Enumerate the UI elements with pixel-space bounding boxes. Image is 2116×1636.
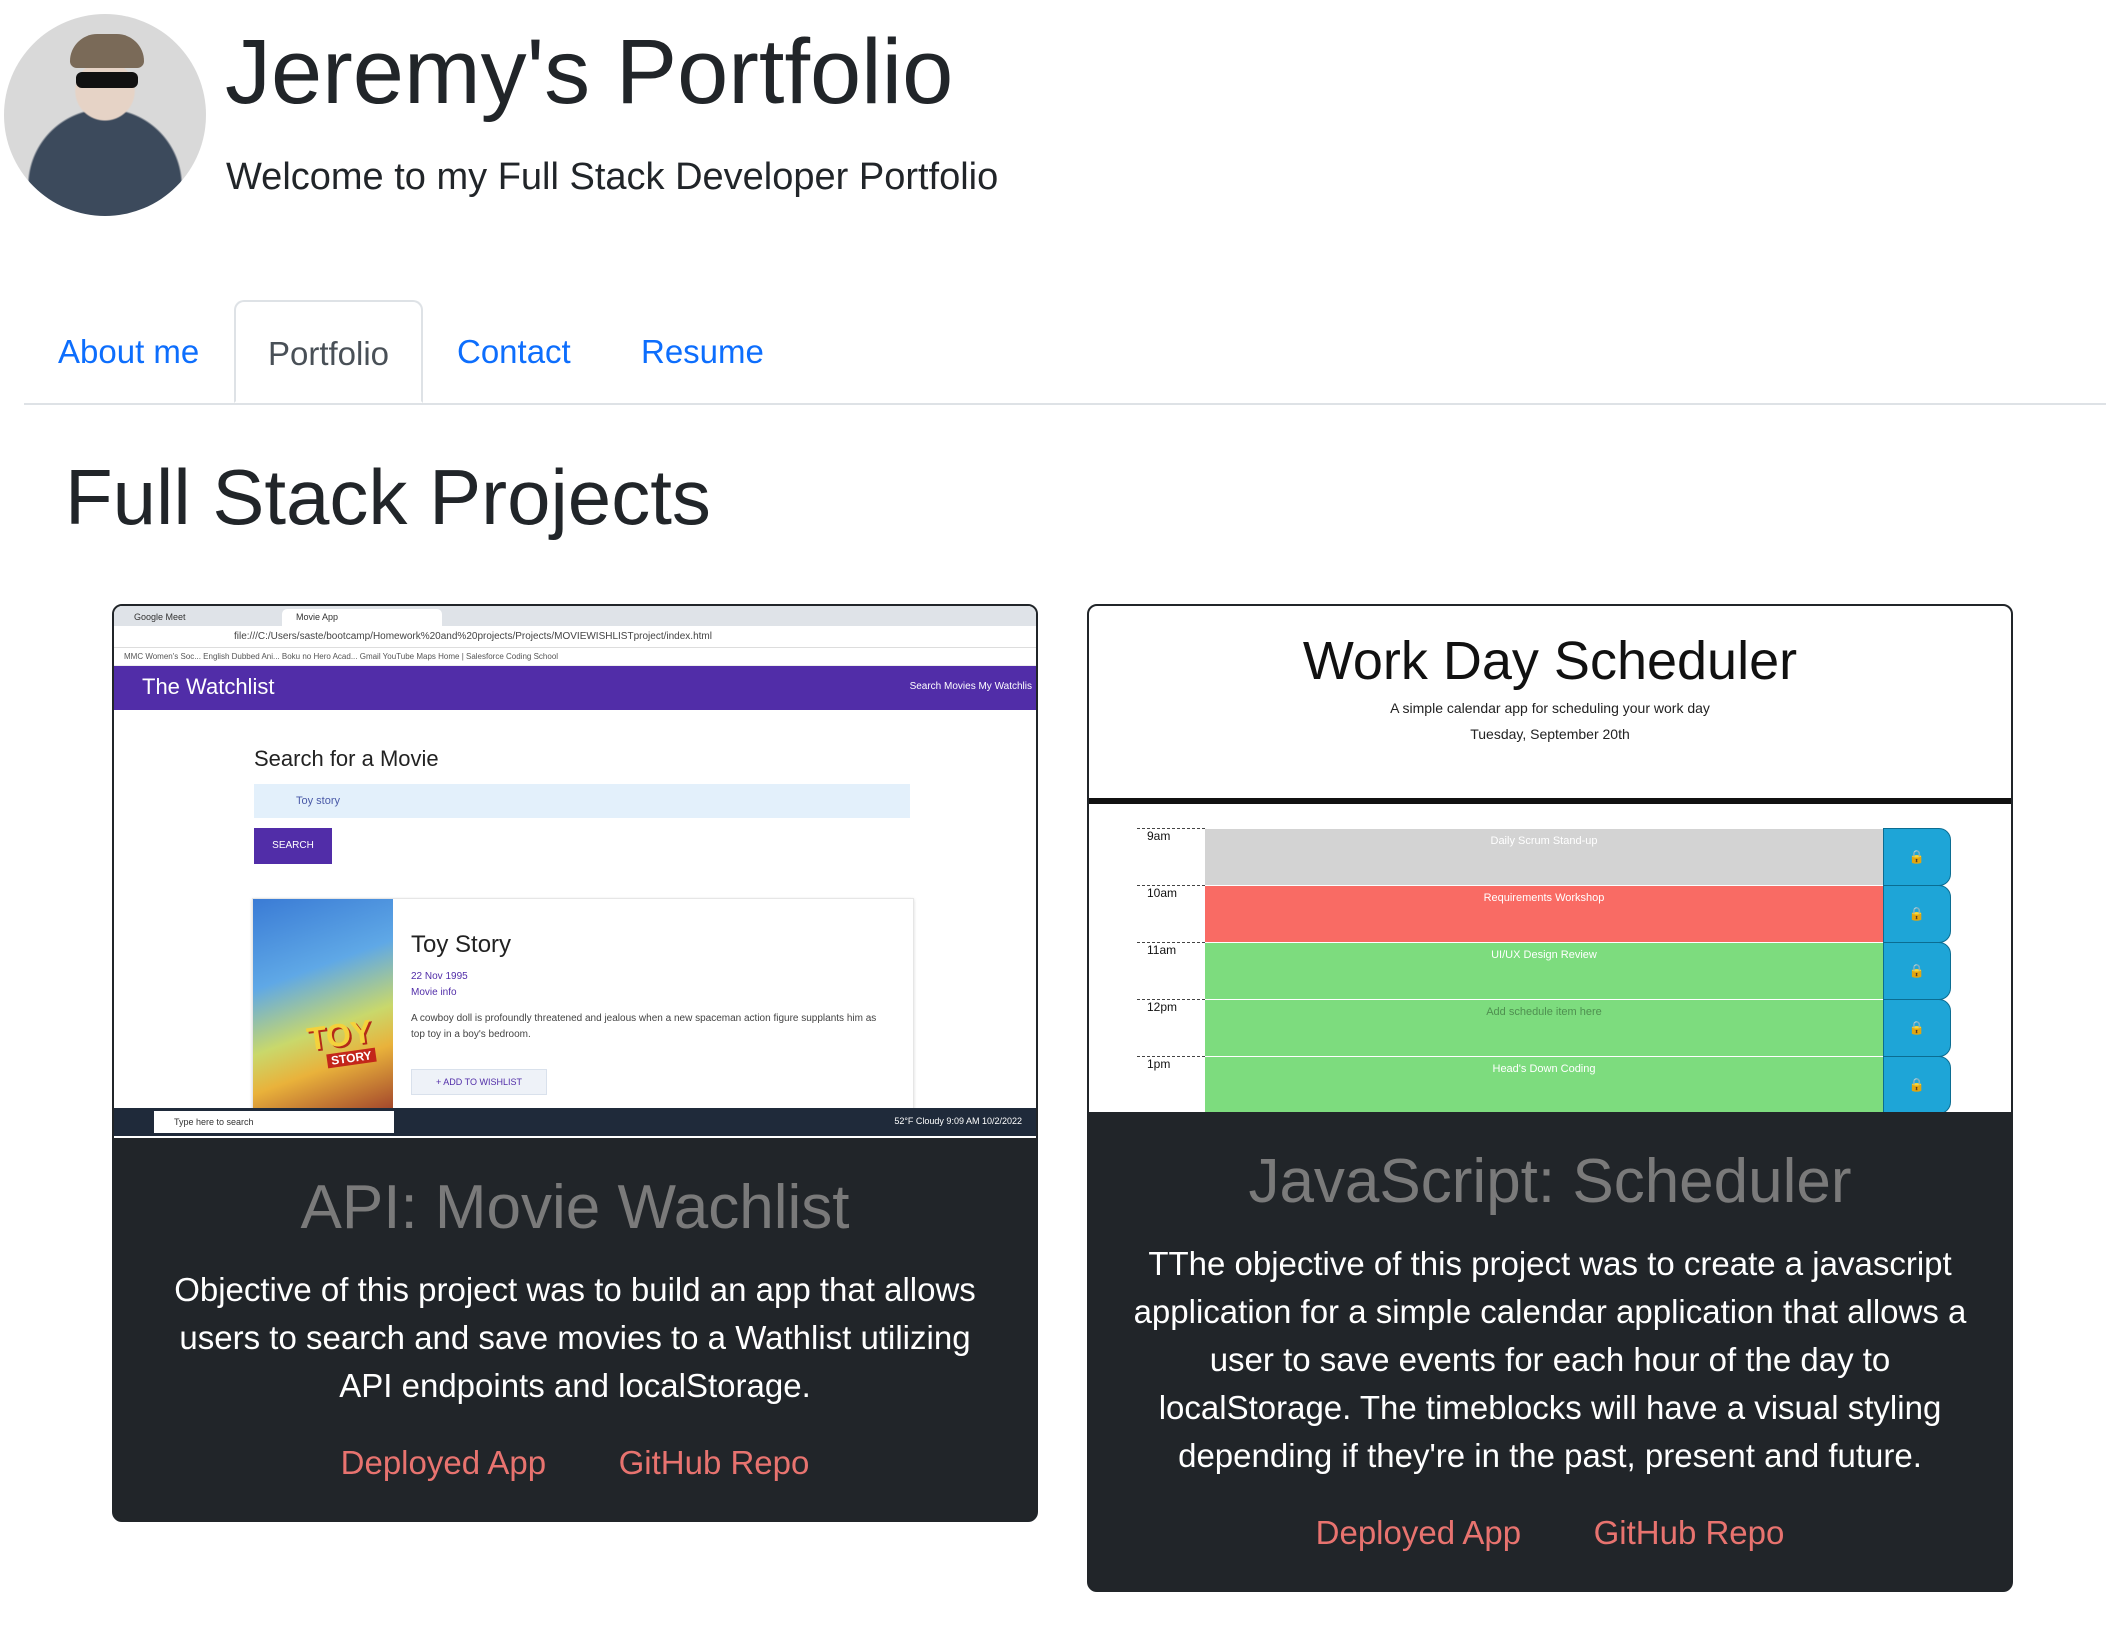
time-block-row: 10am Requirements Workshop 🔒 xyxy=(1137,885,1951,943)
lock-icon: 🔒 xyxy=(1883,885,1951,943)
search-button: SEARCH xyxy=(254,828,332,864)
project-title: API: Movie Wachlist xyxy=(300,1173,850,1242)
tab-contact[interactable]: Contact xyxy=(457,300,571,403)
movie-search-input: Toy story xyxy=(254,784,910,818)
browser-tab-strip: Google Meet Movie App xyxy=(114,606,1036,626)
hour-label: 12pm xyxy=(1137,999,1205,1057)
project-screenshot-movie[interactable]: Google Meet Movie App file:///C:/Users/s… xyxy=(114,606,1036,1138)
tab-resume[interactable]: Resume xyxy=(641,300,764,403)
nav-tabs: About me Portfolio Contact Resume xyxy=(24,300,2106,405)
watchlist-nav-links: Search Movies My Watchlis xyxy=(909,681,1032,692)
lock-icon: 🔒 xyxy=(1883,828,1951,886)
lock-icon: 🔒 xyxy=(1883,999,1951,1057)
windows-taskbar: Type here to search 52°F Cloudy 9:09 AM … xyxy=(114,1108,1036,1136)
hour-label: 9am xyxy=(1137,828,1205,886)
project-links: Deployed App GitHub Repo xyxy=(1089,1514,2011,1552)
profile-avatar xyxy=(4,14,206,216)
taskbar-status: 52°F Cloudy 9:09 AM 10/2/2022 xyxy=(894,1116,1022,1126)
github-repo-link[interactable]: GitHub Repo xyxy=(1594,1514,1785,1551)
lock-icon: 🔒 xyxy=(1883,942,1951,1000)
hour-label: 1pm xyxy=(1137,1056,1205,1112)
watchlist-navbar: The Watchlist Search Movies My Watchlis xyxy=(114,666,1036,710)
site-title: Jeremy's Portfolio xyxy=(225,21,954,123)
project-card-movie-watchlist: Google Meet Movie App file:///C:/Users/s… xyxy=(112,604,1038,1522)
movie-release-date: 22 Nov 1995 xyxy=(411,971,468,982)
section-title: Full Stack Projects xyxy=(65,453,711,541)
movie-title: Toy Story xyxy=(411,931,512,958)
add-to-wishlist-button: + ADD TO WISHLIST xyxy=(411,1069,547,1095)
hour-label: 11am xyxy=(1137,942,1205,1000)
browser-tab-active: Movie App xyxy=(282,609,442,626)
deployed-app-link[interactable]: Deployed App xyxy=(341,1444,547,1481)
lock-icon: 🔒 xyxy=(1883,1056,1951,1112)
project-title: JavaScript: Scheduler xyxy=(1248,1147,1852,1216)
project-description: Objective of this project was to build a… xyxy=(174,1271,976,1404)
movie-description: A cowboy doll is profoundly threatened a… xyxy=(411,1013,877,1040)
event-description: Head's Down Coding xyxy=(1205,1056,1883,1112)
site-subtitle: Welcome to my Full Stack Developer Portf… xyxy=(226,156,999,198)
scheduler-divider xyxy=(1089,798,2011,804)
movie-info-link: Movie info xyxy=(411,987,457,998)
bookmarks-bar: MMC Women's Soc... English Dubbed Ani...… xyxy=(114,648,1036,666)
deployed-app-link[interactable]: Deployed App xyxy=(1316,1514,1522,1551)
time-block-row: 11am UI/UX Design Review 🔒 xyxy=(1137,942,1951,1000)
event-description: Daily Scrum Stand-up xyxy=(1205,828,1883,886)
time-block-row: 12pm Add schedule item here 🔒 xyxy=(1137,999,1951,1057)
event-description: UI/UX Design Review xyxy=(1205,942,1883,1000)
scheduler-title: Work Day Scheduler xyxy=(1302,631,1798,691)
project-screenshot-scheduler[interactable]: Work Day Scheduler A simple calendar app… xyxy=(1089,606,2011,1112)
time-block-row: 9am Daily Scrum Stand-up 🔒 xyxy=(1137,828,1951,886)
project-links: Deployed App GitHub Repo xyxy=(114,1444,1036,1482)
browser-tab: Google Meet xyxy=(120,609,280,626)
project-card-scheduler: Work Day Scheduler A simple calendar app… xyxy=(1087,604,2013,1592)
time-block-row: 1pm Head's Down Coding 🔒 xyxy=(1137,1056,1951,1112)
event-description: Add schedule item here xyxy=(1205,999,1883,1057)
search-heading: Search for a Movie xyxy=(254,746,439,771)
github-repo-link[interactable]: GitHub Repo xyxy=(619,1444,810,1481)
tab-portfolio[interactable]: Portfolio xyxy=(234,300,423,403)
scheduler-date: Tuesday, September 20th xyxy=(1470,726,1630,742)
movie-poster: TOY STORY xyxy=(253,899,393,1109)
movie-result-card: TOY STORY Toy Story 22 Nov 1995 Movie in… xyxy=(252,898,914,1110)
taskbar-search: Type here to search xyxy=(154,1111,394,1133)
tab-about-me[interactable]: About me xyxy=(58,300,199,403)
avatar-hair xyxy=(70,34,144,68)
avatar-sunglasses xyxy=(76,72,138,88)
project-description: TThe objective of this project was to cr… xyxy=(1133,1245,1967,1474)
event-description: Requirements Workshop xyxy=(1205,885,1883,943)
browser-url-bar: file:///C:/Users/saste/bootcamp/Homework… xyxy=(114,626,1036,648)
watchlist-brand: The Watchlist xyxy=(142,674,275,699)
hour-label: 10am xyxy=(1137,885,1205,943)
scheduler-subtitle: A simple calendar app for scheduling you… xyxy=(1390,700,1710,716)
